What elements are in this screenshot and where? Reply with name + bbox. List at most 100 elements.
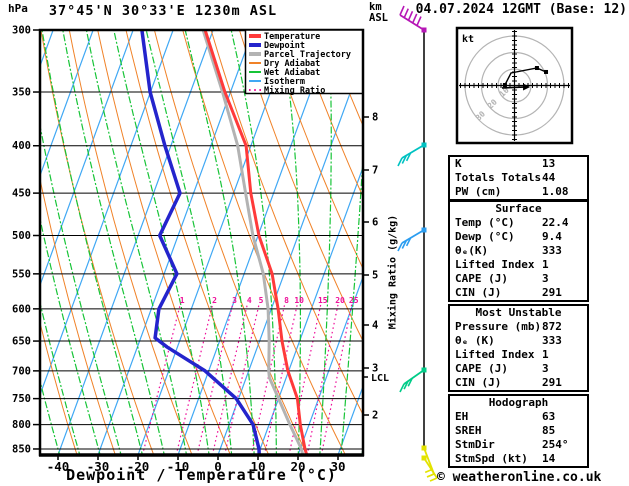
pressure-tick-label: 750	[12, 393, 31, 405]
mixing-ratio-value: 8	[284, 296, 289, 305]
altitude-tick-labels: 8765432LCL	[363, 112, 389, 422]
stat-value: 14	[542, 452, 556, 465]
table-row: θₑ(K) 333	[450, 244, 587, 258]
legend-label: Mixing Ratio	[264, 85, 325, 96]
wind-barb	[421, 445, 435, 478]
stat-label: Lifted Index	[455, 348, 535, 361]
table-title: Hodograph	[488, 396, 549, 409]
altitude-axis-unit: km ASL	[369, 2, 388, 24]
lcl-label: LCL	[371, 373, 389, 384]
table-row: PW (cm) 1.08	[450, 185, 587, 199]
stat-value: 13	[542, 157, 556, 170]
mixing-ratio-value: 2	[212, 296, 217, 305]
datetime-label: 04.07.2024 12GMT (Base: 12)	[415, 2, 627, 17]
altitude-tick-label: 8	[372, 112, 378, 124]
table-row: StmDir 254°	[450, 438, 587, 452]
stat-label: SREH	[455, 424, 482, 437]
temperature-axis-label: Dewpoint / Temperature (°C)	[66, 466, 337, 484]
stat-value: 291	[542, 376, 562, 389]
hodograph-table: Hodograph EH 63 SREH 85 StmDir 254° StmSpd (kt)…	[448, 394, 589, 468]
pressure-tick-label: 500	[12, 230, 31, 242]
altitude-tick-label: 4	[372, 320, 378, 332]
pressure-tick-labels: 300 350 400 450 500 550 600 650 700 750 800 850	[12, 25, 40, 455]
hodograph: 102030kt	[455, 26, 574, 145]
stat-label: Dewp (°C)	[455, 230, 515, 243]
stat-label: StmSpd (kt)	[455, 452, 528, 465]
asl-label: ASL	[369, 12, 388, 24]
mixing-ratio-value: 15	[318, 296, 328, 305]
mixing-ratio-value: 20	[335, 296, 345, 305]
legend: TemperatureDewpointParcel TrajectoryDry …	[244, 29, 364, 96]
mixing-ratio-value: 5	[259, 296, 264, 305]
mixing-ratio-value: 1	[180, 296, 185, 305]
stat-label: CAPE (J)	[455, 272, 508, 285]
wind-barb	[399, 367, 427, 393]
altitude-tick-label: 6	[372, 217, 378, 229]
pressure-tick-label: 800	[12, 419, 31, 431]
pressure-tick-label: 650	[12, 336, 31, 348]
table-row: θₑ (K) 333	[450, 334, 587, 348]
sounding-page: 1 2 3 4 5 8 10 15 20 25 300 350 400 450 500 550 600 650 70…	[0, 0, 629, 486]
table-row: Temp (°C) 22.4	[450, 216, 587, 230]
stat-label: StmDir	[455, 438, 495, 451]
pressure-axis-unit: hPa	[8, 2, 28, 15]
mixing-ratio-value: 10	[294, 296, 304, 305]
stat-value: 3	[542, 272, 549, 285]
table-title: Surface	[495, 202, 542, 215]
pressure-tick-label: 550	[12, 268, 31, 280]
stat-label: K	[455, 157, 462, 170]
mixing-ratio-axis-label: Mixing Ratio (g/kg)	[387, 214, 399, 330]
stat-value: 22.4	[542, 216, 569, 229]
table-row: CIN (J) 291	[450, 286, 587, 300]
stat-label: EH	[455, 410, 469, 423]
wind-barb-column	[397, 5, 438, 482]
stat-label: Pressure (mb)	[455, 320, 542, 333]
altitude-tick-label: 5	[372, 270, 378, 282]
stat-label: CAPE (J)	[455, 362, 508, 375]
table-row: Totals Totals 44	[450, 171, 587, 185]
pressure-tick-label: 850	[12, 443, 31, 455]
indices-table: K 13 Totals Totals 44 PW (cm) 1.08	[448, 155, 589, 201]
stat-value: 333	[542, 244, 562, 257]
pressure-tick-label: 700	[12, 365, 31, 377]
table-title: Most Unstable	[475, 306, 562, 319]
stat-label: Lifted Index	[455, 258, 535, 271]
hodograph-unit-label: kt	[462, 34, 474, 45]
table-row: CAPE (J) 3	[450, 272, 587, 286]
table-row: CIN (J) 291	[450, 376, 587, 390]
table-row: Lifted Index 1	[450, 348, 587, 362]
mixing-ratio-value: 3	[232, 296, 237, 305]
stat-value: 1	[542, 258, 549, 271]
stat-label: θₑ(K)	[455, 244, 489, 257]
copyright-credit: © weatheronline.co.uk	[437, 470, 602, 485]
stat-value: 9.4	[542, 230, 562, 243]
table-row: K 13	[450, 157, 587, 171]
hodograph-ring-label: 20	[486, 97, 499, 110]
stat-value: 254°	[542, 438, 569, 451]
pressure-tick-label: 350	[12, 87, 31, 99]
altitude-tick-label: 7	[372, 165, 378, 177]
stat-label: CIN (J)	[455, 286, 502, 299]
stat-label: θₑ (K)	[455, 334, 495, 347]
stat-value: 333	[542, 334, 562, 347]
table-row: CAPE (J) 3	[450, 362, 587, 376]
table-row: Lifted Index 1	[450, 258, 587, 272]
pressure-tick-label: 450	[12, 188, 31, 200]
wind-barb	[397, 227, 427, 252]
hodograph-ring-label: 30	[474, 109, 487, 122]
stat-label: PW (cm)	[455, 185, 502, 198]
stat-value: 85	[542, 424, 556, 437]
pressure-tick-label: 600	[12, 303, 31, 315]
mixing-ratio-value: 4	[247, 296, 252, 305]
stat-value: 872	[542, 320, 562, 333]
table-row: Pressure (mb) 872	[450, 320, 587, 334]
most-unstable-table: Most Unstable Pressure (mb) 872 θₑ (K) 333 Li…	[448, 304, 589, 392]
stat-value: 291	[542, 286, 562, 299]
table-row: SREH 85	[450, 424, 587, 438]
table-row: StmSpd (kt) 14	[450, 452, 587, 466]
pressure-tick-label: 300	[12, 25, 31, 37]
table-row: Dewp (°C) 9.4	[450, 230, 587, 244]
storm-motion-arrow	[501, 86, 527, 89]
stat-value: 1	[542, 348, 549, 361]
hodograph-trace	[504, 67, 547, 86]
